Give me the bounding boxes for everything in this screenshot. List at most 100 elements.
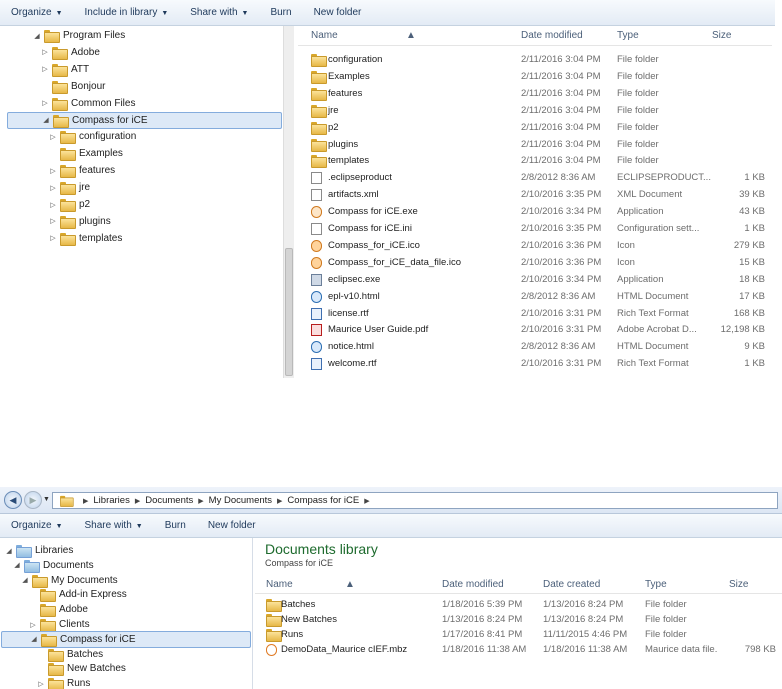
file-row[interactable]: DemoData_Maurice cIEF.mbz 1/18/2016 11:38… <box>255 641 782 658</box>
folder-row[interactable]: templates 2/11/2016 3:04 PM File folder <box>298 152 772 169</box>
recent-pages-icon[interactable]: ▼ <box>43 496 50 503</box>
breadcrumb-documents[interactable]: Documents <box>145 495 193 506</box>
file-row[interactable]: artifacts.xml 2/10/2016 3:35 PM XML Docume… <box>298 186 772 203</box>
tree-item-examples[interactable]: Examples <box>0 145 283 162</box>
folder-row[interactable]: features 2/11/2016 3:04 PM File folder <box>298 85 772 102</box>
organize-button[interactable]: Organize ▼ <box>0 7 74 18</box>
collapsed-arrow-icon[interactable]: ▷ <box>28 621 38 629</box>
file-row[interactable]: epl-v10.html 2/8/2012 8:36 AM HTML Documen… <box>298 288 772 305</box>
breadcrumb-separator-icon[interactable]: ▶ <box>364 497 369 505</box>
column-header-date-modified[interactable]: Date modified <box>521 30 583 41</box>
new-folder-button[interactable]: New folder <box>303 7 373 18</box>
folder-row[interactable]: Examples 2/11/2016 3:04 PM File folder <box>298 68 772 85</box>
collapsed-arrow-icon[interactable]: ▷ <box>40 48 50 56</box>
burn-button[interactable]: Burn <box>259 7 302 18</box>
tree-item-jre[interactable]: ▷ jre <box>0 179 283 196</box>
cell-type: File folder <box>645 629 687 640</box>
collapsed-arrow-icon[interactable]: ▷ <box>40 65 50 73</box>
tree-item-runs[interactable]: ▷ Runs <box>0 675 252 689</box>
breadcrumb-separator-icon[interactable]: ▶ <box>135 497 140 505</box>
expanded-arrow-icon[interactable]: ◢ <box>32 32 42 40</box>
cell-date: 2/11/2016 3:04 PM <box>521 70 601 82</box>
back-button[interactable]: ◀ <box>4 491 22 509</box>
include-in-library-button[interactable]: Include in library ▼ <box>74 7 180 18</box>
share-with-button[interactable]: Share with ▼ <box>74 520 154 531</box>
collapsed-arrow-icon[interactable]: ▷ <box>48 133 58 141</box>
tree-item-label: templates <box>79 232 123 244</box>
column-header-size[interactable]: Size <box>729 579 748 590</box>
collapsed-arrow-icon[interactable]: ▷ <box>48 167 58 175</box>
pane-divider[interactable] <box>252 538 253 689</box>
file-row[interactable]: Compass for iCE.exe 2/10/2016 3:34 PM Appl… <box>298 203 772 220</box>
file-row[interactable]: eclipsec.exe 2/10/2016 3:34 PM Application… <box>298 271 772 288</box>
file-row[interactable]: Maurice User Guide.pdf 2/10/2016 3:31 PM A… <box>298 321 772 338</box>
tree-item-p2[interactable]: ▷ p2 <box>0 196 283 213</box>
breadcrumb-compass-for-ice[interactable]: Compass for iCE <box>287 495 359 506</box>
collapsed-arrow-icon[interactable]: ▷ <box>40 99 50 107</box>
file-row[interactable]: Compass_for_iCE.ico 2/10/2016 3:36 PM Icon… <box>298 237 772 254</box>
toolbar-button-label: New folder <box>313 7 362 18</box>
column-header-type[interactable]: Type <box>645 579 667 590</box>
breadcrumb-libraries[interactable]: Libraries <box>93 495 129 506</box>
tree-item-configuration[interactable]: ▷ configuration <box>0 128 283 145</box>
tree-item-features[interactable]: ▷ features <box>0 162 283 179</box>
expanded-arrow-icon[interactable]: ◢ <box>12 561 22 569</box>
file-row[interactable]: notice.html 2/8/2012 8:36 AM HTML Document… <box>298 338 772 355</box>
column-header-date-created[interactable]: Date created <box>543 579 600 590</box>
file-row[interactable]: Compass for iCE.ini 2/10/2016 3:35 PM Conf… <box>298 220 772 237</box>
folder-row[interactable]: plugins 2/11/2016 3:04 PM File folder <box>298 136 772 153</box>
cell-type: File folder <box>617 87 659 99</box>
exe-icon <box>311 206 322 219</box>
file-row[interactable]: license.rtf 2/10/2016 3:31 PM Rich Text Fo… <box>298 305 772 322</box>
cell-date: 2/11/2016 3:04 PM <box>521 104 601 116</box>
folder-row[interactable]: jre 2/11/2016 3:04 PM File folder <box>298 102 772 119</box>
breadcrumb-separator-icon[interactable]: ▶ <box>83 497 88 505</box>
expanded-arrow-icon[interactable]: ◢ <box>41 116 51 124</box>
file-row[interactable]: Compass_for_iCE_data_file.ico 2/10/2016 3… <box>298 254 772 271</box>
tree-item-compass-for-ice[interactable]: ◢ Compass for iCE <box>7 111 282 129</box>
collapsed-arrow-icon[interactable]: ▷ <box>36 680 46 688</box>
cell-type: Application <box>617 206 664 218</box>
burn-button[interactable]: Burn <box>154 520 197 531</box>
column-header-date-modified[interactable]: Date modified <box>442 579 504 590</box>
tree-item-program-files[interactable]: ◢ Program Files <box>0 27 283 44</box>
expanded-arrow-icon[interactable]: ◢ <box>29 635 39 643</box>
collapsed-arrow-icon[interactable]: ▷ <box>48 201 58 209</box>
tree-item-bonjour[interactable]: Bonjour <box>0 78 283 95</box>
expanded-arrow-icon[interactable]: ◢ <box>20 576 30 584</box>
breadcrumb-separator-icon[interactable]: ▶ <box>198 497 203 505</box>
folder-row[interactable]: configuration 2/11/2016 3:04 PM File folde… <box>298 51 772 68</box>
column-header-type[interactable]: Type <box>617 30 639 41</box>
tree-item-common-files[interactable]: ▷ Common Files <box>0 95 283 112</box>
tree-item-att[interactable]: ▷ ATT <box>0 61 283 78</box>
cell-name: p2 <box>328 121 339 133</box>
library-title: Documents library <box>265 541 378 557</box>
cell-date: 2/10/2016 3:36 PM <box>521 256 602 268</box>
collapsed-arrow-icon[interactable]: ▷ <box>48 217 58 225</box>
file-row[interactable]: .eclipseproduct 2/8/2012 8:36 AM ECLIPSEPR… <box>298 169 772 186</box>
collapsed-arrow-icon[interactable]: ▷ <box>48 184 58 192</box>
column-header-name[interactable]: Name <box>266 579 293 590</box>
column-header-size[interactable]: Size <box>712 30 731 41</box>
breadcrumb[interactable]: ▶ Libraries ▶ Documents ▶ My Documents ▶ Compas… <box>52 492 778 509</box>
folder-icon <box>60 148 76 162</box>
breadcrumb-my-documents[interactable]: My Documents <box>209 495 272 506</box>
file-row[interactable]: welcome.rtf 2/10/2016 3:31 PM Rich Text Fo… <box>298 355 772 372</box>
top-nav-scrollbar-thumb[interactable] <box>285 248 293 376</box>
expanded-arrow-icon[interactable]: ◢ <box>4 547 14 555</box>
top-nav-scrollbar[interactable] <box>283 26 294 378</box>
new-folder-button[interactable]: New folder <box>197 520 267 531</box>
tree-item-plugins[interactable]: ▷ plugins <box>0 213 283 230</box>
organize-button[interactable]: Organize ▼ <box>0 520 74 531</box>
breadcrumb-separator-icon[interactable]: ▶ <box>277 497 282 505</box>
chevron-down-icon: ▼ <box>135 523 143 530</box>
forward-button[interactable]: ▶ <box>24 491 42 509</box>
tree-item-adobe[interactable]: ▷ Adobe <box>0 44 283 61</box>
column-header-name[interactable]: Name <box>311 30 338 41</box>
collapsed-arrow-icon[interactable]: ▷ <box>48 234 58 242</box>
tree-item-templates[interactable]: ▷ templates <box>0 230 283 247</box>
share-with-button[interactable]: Share with ▼ <box>179 7 259 18</box>
folder-row[interactable]: p2 2/11/2016 3:04 PM File folder <box>298 119 772 136</box>
library-subtitle: Compass for iCE <box>265 558 334 568</box>
cell-name: epl-v10.html <box>328 290 380 302</box>
